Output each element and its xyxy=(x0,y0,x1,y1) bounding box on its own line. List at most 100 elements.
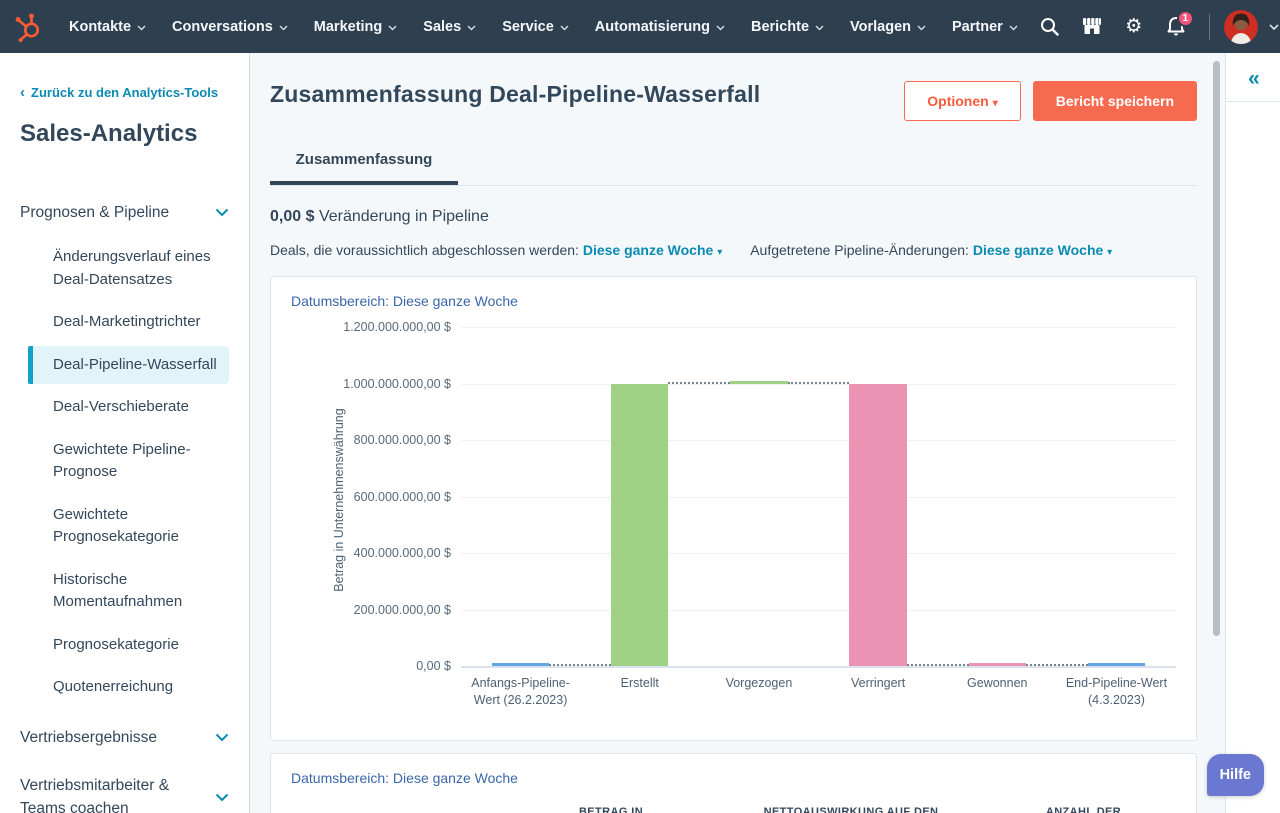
nav-divider xyxy=(1208,13,1210,40)
nav-item-service[interactable]: Service xyxy=(489,0,582,53)
nav-item-marketing[interactable]: Marketing xyxy=(301,0,411,53)
gridline xyxy=(461,609,1176,611)
tab-bar: Zusammenfassung xyxy=(270,145,1197,186)
waterfall-plot xyxy=(461,327,1176,668)
sidebar-item-deal-pipeline-wasserfall[interactable]: Deal-Pipeline-Wasserfall xyxy=(28,345,229,385)
sidebar-section-vertriebsmitarbeiter[interactable]: Vertriebsmitarbeiter & Teams coachen xyxy=(20,765,249,813)
sidebar-item-historische-momentaufnahmen[interactable]: Historische Momentaufnahmen xyxy=(33,561,229,622)
y-tick-label: 600.000.000,00 $ xyxy=(353,489,451,504)
page-title: Zusammenfassung Deal-Pipeline-Wasserfall xyxy=(270,81,761,107)
chevron-down-icon xyxy=(388,19,397,35)
sidebar-section-prognosen[interactable]: Prognosen & Pipeline xyxy=(20,192,249,234)
nav-item-sales[interactable]: Sales xyxy=(410,0,489,53)
chevron-down-icon xyxy=(279,19,288,35)
chevron-left-icon: ‹ xyxy=(20,84,25,101)
waterfall-connector xyxy=(549,664,612,666)
nav-item-conversations[interactable]: Conversations xyxy=(159,0,301,53)
back-to-analytics-tools-link[interactable]: ‹ Zurück zu den Analytics-Tools xyxy=(20,85,249,100)
filter-deals-close-date: Deals, die voraussichtlich abgeschlossen… xyxy=(270,242,723,258)
filter-pipeline-changes: Aufgetretene Pipeline-Änderungen: Diese … xyxy=(750,242,1113,258)
x-axis-label: Gewonnen xyxy=(967,676,1028,690)
top-navigation: Kontakte Conversations Marketing Sales Servi… xyxy=(0,0,1280,53)
panel-divider xyxy=(1226,101,1280,102)
x-axis-line xyxy=(461,666,1176,668)
hubspot-logo-icon[interactable] xyxy=(14,12,42,42)
gridline xyxy=(461,383,1176,385)
sidebar-sub-list: Änderungsverlauf eines Deal-Datensatzes D… xyxy=(20,238,249,707)
column-header-amount: BETRAG IN xyxy=(578,806,644,813)
right-rail: « xyxy=(1205,53,1280,813)
chevron-down-icon xyxy=(137,19,146,35)
waterfall-bar-anfangs-pipeline-wert-26-2-2023-[interactable] xyxy=(491,663,550,666)
settings-gear-icon[interactable]: ⚙ xyxy=(1115,8,1153,46)
sidebar-sections: Prognosen & Pipeline Änderungsverlauf ein… xyxy=(20,192,249,813)
collapse-panel-icon[interactable]: « xyxy=(1226,53,1280,101)
nav-item-kontakte[interactable]: Kontakte xyxy=(56,0,159,53)
nav-menu: Kontakte Conversations Marketing Sales Servi… xyxy=(56,0,1031,53)
nav-utilities: ⚙ 1 xyxy=(1031,8,1280,46)
vertical-scrollbar[interactable] xyxy=(1213,61,1220,636)
sidebar-item--nderungsverlauf-eines-deal-datensatzes[interactable]: Änderungsverlauf eines Deal-Datensatzes xyxy=(33,238,229,299)
analytics-sidebar: ‹ Zurück zu den Analytics-Tools Sales-An… xyxy=(0,53,250,813)
waterfall-bar-erstellt[interactable] xyxy=(611,383,669,666)
notifications-bell-icon[interactable]: 1 xyxy=(1157,8,1195,46)
y-tick-label: 1.200.000.000,00 $ xyxy=(343,320,451,334)
sidebar-item-gewichtete-pipeline-prognose[interactable]: Gewichtete Pipeline-Prognose xyxy=(33,431,229,492)
account-chevron-down-icon[interactable] xyxy=(1262,8,1280,46)
filter-deals-close-date-dropdown[interactable]: Diese ganze Woche xyxy=(583,242,713,258)
sidebar-item-gewichtete-prognosekategorie[interactable]: Gewichtete Prognosekategorie xyxy=(33,496,229,557)
chevron-down-icon xyxy=(215,204,229,222)
chevron-down-icon xyxy=(917,19,926,35)
chevron-down-icon xyxy=(215,729,229,747)
waterfall-bar-vorgezogen[interactable] xyxy=(730,380,788,384)
chart-date-range-label: Datumsbereich: Diese ganze Woche xyxy=(291,293,518,309)
nav-item-partner[interactable]: Partner xyxy=(939,0,1031,53)
gridline xyxy=(461,496,1176,498)
sidebar-item-quotenerreichung[interactable]: Quotenerreichung xyxy=(33,668,229,707)
sidebar-section-vertriebsergebnisse[interactable]: Vertriebsergebnisse xyxy=(20,717,249,759)
search-icon[interactable] xyxy=(1031,8,1069,46)
tab-zusammenfassung[interactable]: Zusammenfassung xyxy=(270,145,458,185)
collapsed-side-panel: « xyxy=(1225,53,1280,813)
y-tick-label: 0,00 $ xyxy=(416,659,451,673)
y-tick-label: 1.000.000.000,00 $ xyxy=(343,376,451,391)
waterfall-chart-card: Datumsbereich: Diese ganze Woche Betrag … xyxy=(270,276,1197,741)
waterfall-bar-gewonnen[interactable] xyxy=(968,663,1026,666)
waterfall-bar-verringert[interactable] xyxy=(849,383,907,666)
nav-item-vorlagen[interactable]: Vorlagen xyxy=(837,0,939,53)
column-header-deal-count: ANZAHL DER xyxy=(1045,806,1122,813)
save-report-button[interactable]: Bericht speichern xyxy=(1032,81,1197,121)
nav-item-berichte[interactable]: Berichte xyxy=(738,0,837,53)
pipeline-change-value: 0,00 $ xyxy=(270,208,315,225)
x-axis-labels: Anfangs-Pipeline-Wert (26.2.2023) Erstell… xyxy=(461,675,1176,709)
sidebar-item-deal-marketingtrichter[interactable]: Deal-Marketingtrichter xyxy=(33,303,229,342)
help-button[interactable]: Hilfe xyxy=(1206,754,1264,796)
waterfall-connector xyxy=(1025,664,1088,666)
options-button[interactable]: Optionen ▾ xyxy=(904,81,1021,121)
y-tick-label: 400.000.000,00 $ xyxy=(353,546,451,560)
main-content: Zusammenfassung Deal-Pipeline-Wasserfall… xyxy=(250,53,1205,813)
y-axis-labels: 1.200.000.000,00 $ 1.000.000.000,00 $ 800.… xyxy=(313,320,461,673)
nav-item-automatisierung[interactable]: Automatisierung xyxy=(582,0,738,53)
waterfall-connector xyxy=(906,664,969,666)
user-avatar[interactable] xyxy=(1223,9,1258,44)
table-header-row: DEAL-AUFSCHLÜSSELUNG BETRAG IN NETTOAUSW… xyxy=(291,806,1176,813)
gridline xyxy=(461,327,1176,328)
sidebar-item-deal-verschieberate[interactable]: Deal-Verschieberate xyxy=(33,388,229,427)
sidebar-title: Sales-Analytics xyxy=(20,120,198,147)
x-axis-label: End-Pipeline-Wert (4.3.2023) xyxy=(1065,676,1168,707)
back-link-label: Zurück zu den Analytics-Tools xyxy=(31,85,219,100)
chevron-down-icon xyxy=(467,19,476,35)
x-axis-label: Anfangs-Pipeline-Wert (26.2.2023) xyxy=(471,676,570,707)
caret-down-icon: ▾ xyxy=(992,98,998,109)
waterfall-bar-end-pipeline-wert-4-3-2023-[interactable] xyxy=(1087,663,1145,666)
marketplace-icon[interactable] xyxy=(1073,8,1111,46)
chevron-down-icon xyxy=(215,789,229,807)
sidebar-item-prognosekategorie[interactable]: Prognosekategorie xyxy=(33,626,229,665)
pipeline-change-label: Veränderung in Pipeline xyxy=(318,208,489,225)
filter-pipeline-changes-dropdown[interactable]: Diese ganze Woche xyxy=(973,242,1103,258)
breakdown-table-card: Datumsbereich: Diese ganze Woche DEAL-AU… xyxy=(270,753,1197,813)
table-date-range-label: Datumsbereich: Diese ganze Woche xyxy=(291,770,518,786)
notification-badge: 1 xyxy=(1176,9,1194,27)
x-axis-label: Verringert xyxy=(851,676,906,690)
